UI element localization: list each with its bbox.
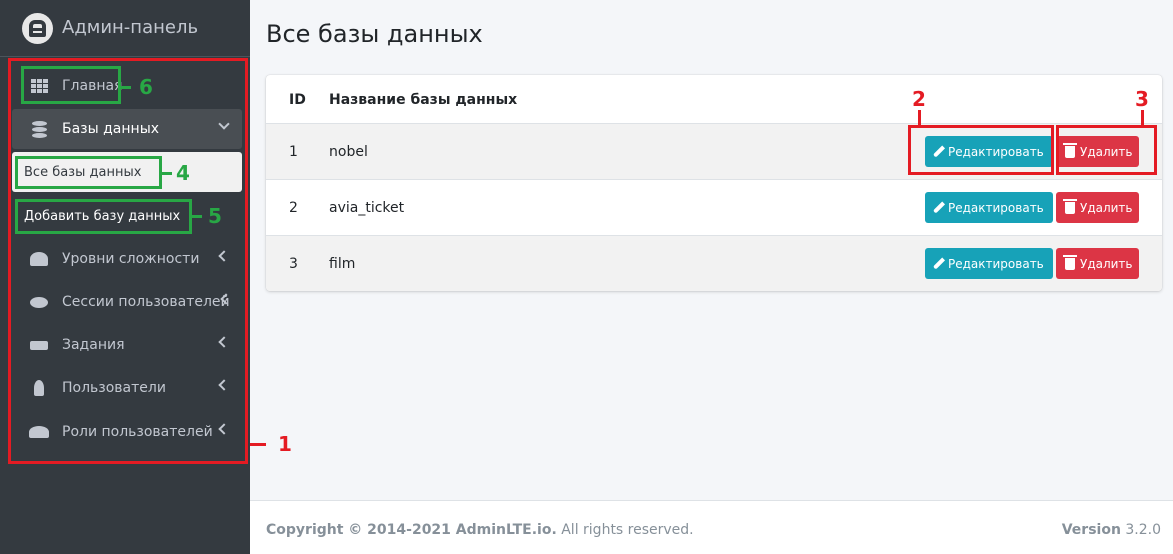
column-header-name: Название базы данных [329, 92, 518, 108]
delete-button[interactable]: Удалить [1056, 248, 1139, 279]
annotation-dash-6 [121, 86, 131, 89]
row-name: nobel [329, 144, 368, 160]
row-id: 2 [289, 200, 298, 216]
row-id: 1 [289, 144, 298, 160]
edit-button[interactable]: Редактировать [925, 192, 1053, 223]
rights-text: All rights reserved. [556, 522, 694, 538]
annotation-label-5: 5 [208, 204, 222, 228]
databases-card: ID Название базы данных 1 nobel Редактир… [266, 75, 1162, 291]
annotation-dash-5 [192, 215, 202, 218]
edit-button-label: Редактировать [948, 200, 1044, 215]
annotation-dash-1 [250, 443, 266, 446]
footer: Copyright © 2014-2021 AdminLTE.io. All r… [250, 500, 1173, 554]
copyright-text: Copyright © 2014-2021 AdminLTE.io. [266, 522, 557, 538]
page-title: Все базы данных [266, 20, 483, 48]
version-number: 3.2.0 [1120, 522, 1161, 538]
pencil-icon [932, 201, 946, 214]
trash-icon [1063, 254, 1077, 270]
delete-button[interactable]: Удалить [1056, 192, 1139, 223]
brand-link[interactable]: Админ-панель [0, 0, 250, 57]
annotation-stem-2 [918, 110, 921, 126]
annotation-label-1: 1 [278, 432, 292, 456]
edit-button[interactable]: Редактировать [925, 248, 1053, 279]
pencil-icon [932, 257, 946, 270]
annotation-label-2: 2 [912, 87, 926, 111]
column-header-id: ID [289, 92, 306, 108]
row-id: 3 [289, 256, 298, 272]
annotation-box-6 [21, 66, 121, 104]
annotation-box-2 [908, 125, 1054, 175]
table-row: 2 avia_ticket Редактировать Удалить [266, 179, 1162, 235]
annotation-stem-3 [1141, 110, 1144, 126]
annotation-box-4 [15, 156, 162, 189]
version-label: Version [1061, 522, 1121, 538]
annotation-box-5 [15, 199, 192, 234]
annotation-dash-4 [162, 172, 172, 175]
annotation-box-1 [8, 58, 248, 464]
table-row: 3 film Редактировать Удалить [266, 235, 1162, 291]
footer-version: Version 3.2.0 [1062, 522, 1161, 538]
row-name: film [329, 256, 356, 272]
annotation-label-4: 4 [176, 161, 190, 185]
annotation-label-3: 3 [1135, 87, 1149, 111]
trash-icon [1063, 198, 1077, 214]
footer-copyright: Copyright © 2014-2021 AdminLTE.io. All r… [266, 522, 694, 538]
delete-button-label: Удалить [1080, 200, 1133, 215]
annotation-box-3 [1056, 125, 1157, 175]
row-name: avia_ticket [329, 200, 405, 216]
edit-button-label: Редактировать [948, 256, 1044, 271]
annotation-label-6: 6 [139, 75, 153, 99]
brand-title: Админ-панель [62, 17, 199, 38]
delete-button-label: Удалить [1080, 256, 1133, 271]
brand-logo-icon [22, 13, 53, 44]
